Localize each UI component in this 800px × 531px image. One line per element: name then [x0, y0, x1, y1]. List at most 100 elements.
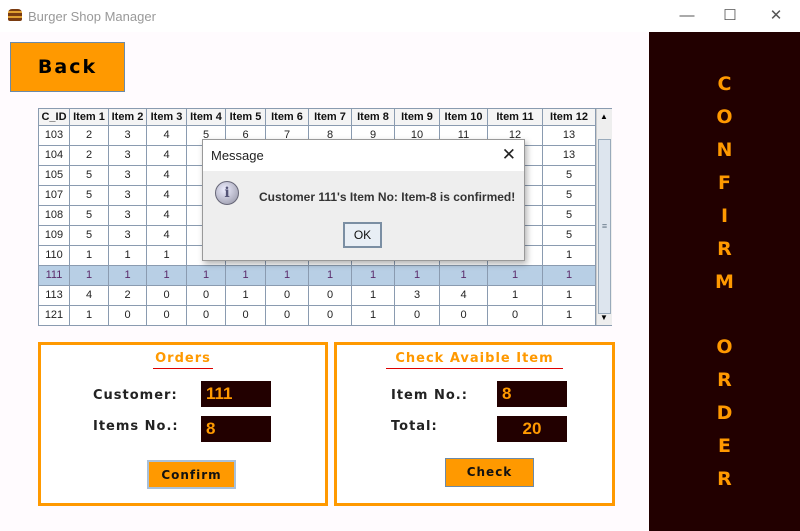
- side-letter: C: [717, 73, 732, 95]
- table-cell: 5: [70, 226, 109, 246]
- table-cell: 0: [488, 306, 543, 326]
- table-cell: 0: [309, 306, 352, 326]
- table-cell: 5: [543, 226, 596, 246]
- table-cell: 105: [39, 166, 70, 186]
- table-cell: 1: [187, 266, 226, 286]
- scroll-up-icon[interactable]: ▲: [600, 112, 608, 121]
- check-item-panel: Check Avaible Item Item No.: 8 Total: 20…: [334, 342, 615, 506]
- table-cell: 1: [352, 306, 395, 326]
- table-scrollbar[interactable]: ▲ ≡ ▼: [596, 109, 612, 325]
- items-no-field[interactable]: 8: [201, 416, 271, 442]
- column-header[interactable]: Item 8: [352, 109, 395, 126]
- side-letter: R: [717, 238, 732, 260]
- column-header[interactable]: Item 9: [395, 109, 440, 126]
- total-field[interactable]: 20: [497, 416, 567, 442]
- table-cell: 1: [543, 286, 596, 306]
- scroll-thumb[interactable]: ≡: [598, 139, 611, 314]
- table-cell: 13: [543, 126, 596, 146]
- table-cell: 1: [488, 266, 543, 286]
- table-cell: 0: [440, 306, 488, 326]
- item-no-field[interactable]: 8: [497, 381, 567, 407]
- minimize-button[interactable]: —: [664, 4, 710, 28]
- table-cell: 1: [352, 286, 395, 306]
- table-cell: 109: [39, 226, 70, 246]
- table-cell: 4: [147, 166, 187, 186]
- table-cell: 3: [395, 286, 440, 306]
- side-letter: R: [717, 468, 732, 490]
- column-header[interactable]: Item 7: [309, 109, 352, 126]
- side-letter: N: [716, 139, 733, 161]
- table-cell: 0: [109, 306, 147, 326]
- close-button[interactable]: ✕: [753, 4, 799, 28]
- confirm-button[interactable]: Confirm: [147, 460, 236, 489]
- table-cell: 0: [147, 286, 187, 306]
- side-letter: E: [718, 435, 731, 457]
- table-cell: 3: [109, 126, 147, 146]
- scroll-down-icon[interactable]: ▼: [600, 313, 608, 322]
- side-letter: O: [716, 336, 733, 358]
- table-cell: 4: [147, 226, 187, 246]
- table-cell: 2: [70, 146, 109, 166]
- table-cell: 111: [39, 266, 70, 286]
- table-cell: 1: [226, 266, 266, 286]
- table-cell: 2: [109, 286, 147, 306]
- table-cell: 13: [543, 146, 596, 166]
- column-header[interactable]: C_ID: [39, 109, 70, 126]
- table-cell: 110: [39, 246, 70, 266]
- back-button[interactable]: Back: [10, 42, 125, 92]
- table-cell: 1: [488, 286, 543, 306]
- column-header[interactable]: Item 5: [226, 109, 266, 126]
- side-letter: M: [715, 271, 734, 293]
- customer-field[interactable]: 111: [201, 381, 271, 407]
- confirm-order-button[interactable]: CONFIRMORDER: [649, 32, 800, 531]
- table-cell: 0: [226, 306, 266, 326]
- table-cell: 0: [266, 306, 309, 326]
- table-cell: 0: [266, 286, 309, 306]
- customer-label: Customer:: [93, 388, 178, 403]
- side-letter: F: [718, 172, 731, 194]
- check-button[interactable]: Check: [445, 458, 534, 487]
- table-cell: 4: [440, 286, 488, 306]
- column-header[interactable]: Item 12: [543, 109, 596, 126]
- table-cell: 4: [147, 206, 187, 226]
- column-header[interactable]: Item 2: [109, 109, 147, 126]
- title-bar: Burger Shop Manager — ☐ ✕: [0, 0, 800, 32]
- table-cell: 5: [543, 206, 596, 226]
- check-title: Check Avaible Item: [386, 351, 563, 369]
- table-cell: 104: [39, 146, 70, 166]
- table-cell: 3: [109, 146, 147, 166]
- table-cell: 108: [39, 206, 70, 226]
- table-cell: 3: [109, 226, 147, 246]
- maximize-button[interactable]: ☐: [707, 4, 753, 28]
- column-header[interactable]: Item 11: [488, 109, 543, 126]
- column-header[interactable]: Item 6: [266, 109, 309, 126]
- dialog-close-icon[interactable]: ✕: [502, 145, 516, 165]
- table-cell: 1: [226, 286, 266, 306]
- column-header[interactable]: Item 4: [187, 109, 226, 126]
- column-header[interactable]: Item 1: [70, 109, 109, 126]
- table-cell: 5: [70, 186, 109, 206]
- table-cell: 1: [109, 266, 147, 286]
- table-cell: 1: [109, 246, 147, 266]
- table-cell: 1: [440, 266, 488, 286]
- table-cell: 113: [39, 286, 70, 306]
- column-header[interactable]: Item 3: [147, 109, 187, 126]
- side-letter: I: [720, 205, 729, 227]
- table-cell: 3: [109, 206, 147, 226]
- info-icon: i: [215, 181, 239, 205]
- orders-title: Orders: [153, 351, 213, 369]
- table-cell: 0: [187, 306, 226, 326]
- window-title: Burger Shop Manager: [28, 9, 156, 24]
- ok-button[interactable]: OK: [343, 222, 382, 248]
- table-cell: 1: [543, 246, 596, 266]
- table-cell: 0: [187, 286, 226, 306]
- column-header[interactable]: Item 10: [440, 109, 488, 126]
- table-cell: 4: [147, 126, 187, 146]
- burger-icon: [8, 9, 22, 21]
- table-cell: 1: [543, 306, 596, 326]
- table-cell: 1: [309, 266, 352, 286]
- side-letter: O: [716, 106, 733, 128]
- table-cell: 1: [147, 246, 187, 266]
- table-cell: 4: [147, 186, 187, 206]
- table-cell: 121: [39, 306, 70, 326]
